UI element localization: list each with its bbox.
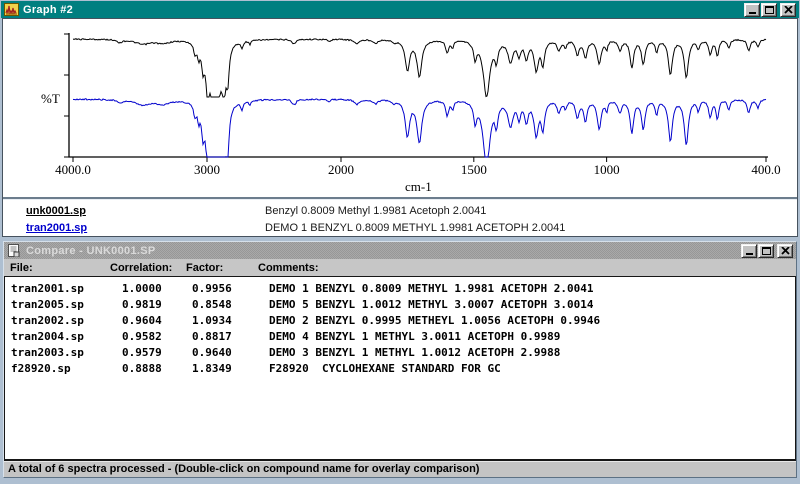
cell-file[interactable]: tran2001.sp (5, 282, 113, 295)
cell-file[interactable]: tran2003.sp (5, 346, 113, 359)
cell-correlation: 0.9582 (113, 330, 183, 343)
legend-description-tran2001: DEMO 1 BENZYL 0.8009 METHYL 1.9981 ACETO… (265, 222, 797, 234)
x-tick-label: 1500 (461, 162, 487, 177)
column-header-correlation: Correlation: (110, 262, 182, 274)
cell-factor: 1.8349 (183, 362, 261, 375)
close-button[interactable] (777, 244, 793, 258)
spectrum-plot: 4000.0 3000 2000 1500 1000 400.0 %T cm-1 (3, 19, 797, 197)
maximize-button[interactable] (761, 3, 777, 17)
minimize-button[interactable] (744, 3, 760, 17)
column-header-comments: Comments: (258, 262, 796, 274)
x-tick-label: 3000 (194, 162, 220, 177)
x-tick-label: 1000 (594, 162, 620, 177)
spectrum-chart-icon (4, 3, 19, 16)
status-text: A total of 6 spectra processed - (Double… (8, 463, 479, 475)
legend-row-unknown: unk0001.sp Benzyl 0.8009 Methyl 1.9981 A… (3, 202, 797, 219)
close-icon (784, 6, 793, 14)
table-row[interactable]: tran2002.sp 0.9604 1.0934 DEMO 2 BENZYL … (5, 312, 795, 328)
cell-factor: 0.9956 (183, 282, 261, 295)
compare-window-controls (741, 244, 793, 258)
graph-window-body: 4000.0 3000 2000 1500 1000 400.0 %T cm-1 unk000… (2, 18, 798, 237)
x-tick-label: 400.0 (751, 162, 780, 177)
legend-filename-tran2001[interactable]: tran2001.sp (3, 222, 265, 234)
cell-comments[interactable]: DEMO 1 BENZYL 0.8009 METHYL 1.9981 ACETO… (261, 282, 795, 295)
compare-window: Compare - UNK0001.SP File: Correlation: … (3, 241, 797, 478)
minimize-icon (749, 12, 756, 14)
column-header-file: File: (4, 262, 110, 274)
application-frame: Graph #2 4000.0 3000 2000 1500 1000 400.0 %T cm… (0, 0, 800, 484)
spectra-legend: unk0001.sp Benzyl 0.8009 Methyl 1.9981 A… (3, 197, 797, 236)
results-table-body[interactable]: tran2001.sp 1.0000 0.9956 DEMO 1 BENZYL … (4, 276, 796, 461)
close-button[interactable] (780, 3, 796, 17)
table-row[interactable]: tran2004.sp 0.9582 0.8817 DEMO 4 BENZYL … (5, 328, 795, 344)
spectrum-plot-area[interactable]: 4000.0 3000 2000 1500 1000 400.0 %T cm-1 (3, 19, 797, 197)
cell-factor: 0.9640 (183, 346, 261, 359)
minimize-button[interactable] (741, 244, 757, 258)
legend-filename-unk0001[interactable]: unk0001.sp (3, 205, 265, 217)
graph-window-controls (744, 3, 796, 17)
graph-window-title: Graph #2 (23, 4, 73, 16)
table-row[interactable]: tran2005.sp 0.9819 0.8548 DEMO 5 BENZYL … (5, 296, 795, 312)
cell-comments[interactable]: DEMO 2 BENZYL 0.9995 METHEYL 1.0056 ACET… (261, 314, 795, 327)
y-axis-label: %T (41, 91, 60, 106)
cell-comments[interactable]: F28920 CYCLOHEXANE STANDARD FOR GC (261, 362, 795, 375)
table-row[interactable]: f28920.sp 0.8888 1.8349 F28920 CYCLOHEXA… (5, 360, 795, 376)
compare-window-title: Compare - UNK0001.SP (26, 245, 156, 257)
maximize-icon (765, 6, 774, 14)
maximize-button[interactable] (758, 244, 774, 258)
minimize-icon (746, 253, 753, 255)
x-tick-label: 4000.0 (55, 162, 91, 177)
cell-factor: 0.8817 (183, 330, 261, 343)
cell-correlation: 1.0000 (113, 282, 183, 295)
cell-file[interactable]: f28920.sp (5, 362, 113, 375)
cell-file[interactable]: tran2002.sp (5, 314, 113, 327)
trace-tran2001 (73, 99, 766, 157)
x-tick-label: 2000 (328, 162, 354, 177)
results-table-header: File: Correlation: Factor: Comments: (4, 259, 796, 276)
graph-window: Graph #2 4000.0 3000 2000 1500 1000 400.0 %T cm… (1, 1, 799, 238)
cell-correlation: 0.9604 (113, 314, 183, 327)
column-header-factor: Factor: (182, 262, 258, 274)
cell-file[interactable]: tran2005.sp (5, 298, 113, 311)
cell-factor: 1.0934 (183, 314, 261, 327)
graph-window-titlebar[interactable]: Graph #2 (1, 1, 799, 18)
cell-comments[interactable]: DEMO 3 BENZYL 1 METHYL 1.0012 ACETOPH 2.… (261, 346, 795, 359)
x-axis-label: cm-1 (405, 179, 432, 194)
compare-window-titlebar[interactable]: Compare - UNK0001.SP (4, 242, 796, 259)
table-row[interactable]: tran2001.sp 1.0000 0.9956 DEMO 1 BENZYL … (5, 280, 795, 296)
cell-correlation: 0.8888 (113, 362, 183, 375)
trace-unk0001 (73, 39, 766, 97)
cell-comments[interactable]: DEMO 5 BENZYL 1.0012 METHYL 3.0007 ACETO… (261, 298, 795, 311)
cell-file[interactable]: tran2004.sp (5, 330, 113, 343)
maximize-icon (762, 247, 771, 255)
cell-comments[interactable]: DEMO 4 BENZYL 1 METHYL 3.0011 ACETOPH 0.… (261, 330, 795, 343)
close-icon (781, 247, 790, 255)
status-bar: A total of 6 spectra processed - (Double… (4, 461, 796, 477)
legend-description-unk0001: Benzyl 0.8009 Methyl 1.9981 Acetoph 2.00… (265, 205, 797, 217)
cell-correlation: 0.9579 (113, 346, 183, 359)
cell-factor: 0.8548 (183, 298, 261, 311)
table-row[interactable]: tran2003.sp 0.9579 0.9640 DEMO 3 BENZYL … (5, 344, 795, 360)
cell-correlation: 0.9819 (113, 298, 183, 311)
legend-row-reference: tran2001.sp DEMO 1 BENZYL 0.8009 METHYL … (3, 219, 797, 236)
document-icon (7, 244, 22, 257)
